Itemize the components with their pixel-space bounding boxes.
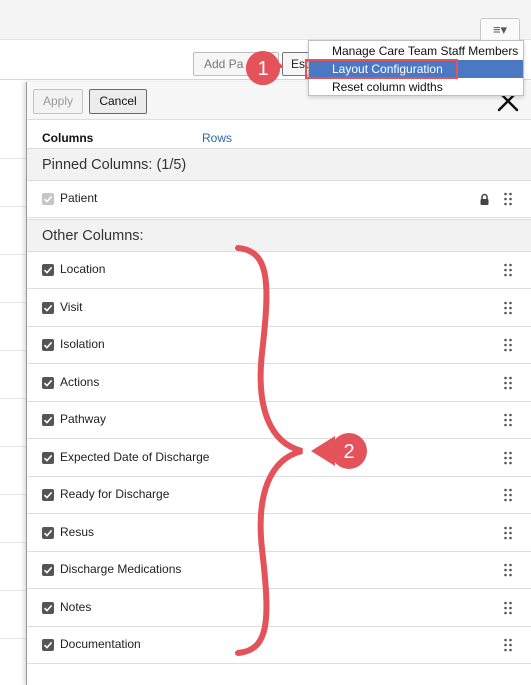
marker-2-label: 2 bbox=[343, 441, 354, 463]
check-icon bbox=[43, 604, 53, 612]
drag-handle-icon[interactable] bbox=[503, 263, 513, 277]
drag-handle-icon[interactable] bbox=[503, 376, 513, 390]
drag-handle-icon[interactable] bbox=[503, 563, 513, 577]
hamburger-menu-button[interactable]: ≡▾ bbox=[480, 18, 520, 42]
column-label: Notes bbox=[60, 600, 92, 614]
column-label: Expected Date of Discharge bbox=[60, 450, 210, 464]
checkbox[interactable] bbox=[42, 489, 54, 501]
column-label: Resus bbox=[60, 525, 95, 539]
drag-handle-icon[interactable] bbox=[503, 413, 513, 427]
drag-handle-icon[interactable] bbox=[503, 601, 513, 615]
drag-handle-icon[interactable] bbox=[503, 638, 513, 652]
column-label: Actions bbox=[60, 375, 100, 389]
step-marker-1: 1 bbox=[246, 51, 283, 85]
pinned-column-row[interactable]: Patient bbox=[27, 181, 531, 218]
checkbox[interactable] bbox=[42, 302, 54, 314]
checkbox[interactable] bbox=[42, 377, 54, 389]
column-label: Ready for Discharge bbox=[60, 487, 170, 501]
checkbox[interactable] bbox=[42, 264, 54, 276]
check-icon bbox=[43, 379, 53, 387]
column-label: Documentation bbox=[60, 637, 141, 651]
checkbox[interactable] bbox=[42, 639, 54, 651]
checkbox[interactable] bbox=[42, 414, 54, 426]
app-header-bar bbox=[0, 0, 531, 40]
drag-handle-icon[interactable] bbox=[503, 526, 513, 540]
check-icon bbox=[43, 195, 53, 203]
annotation-brace bbox=[235, 245, 303, 656]
checkbox[interactable] bbox=[42, 527, 54, 539]
drag-handle-icon[interactable] bbox=[503, 451, 513, 465]
tab-rows[interactable]: Rows bbox=[202, 131, 232, 145]
pinned-columns-heading: Pinned Columns: (1/5) bbox=[27, 148, 531, 181]
panel-tabs: Columns Rows bbox=[27, 126, 531, 148]
cancel-button[interactable]: Cancel bbox=[89, 89, 147, 114]
column-label: Location bbox=[60, 262, 106, 276]
background-table bbox=[0, 82, 28, 685]
check-icon bbox=[43, 491, 53, 499]
column-label: Isolation bbox=[60, 337, 105, 351]
apply-button[interactable]: Apply bbox=[33, 89, 83, 114]
column-label: Discharge Medications bbox=[60, 562, 182, 576]
tab-columns[interactable]: Columns bbox=[42, 131, 93, 145]
checkbox[interactable] bbox=[42, 602, 54, 614]
highlight-box bbox=[305, 59, 458, 79]
drag-handle-icon[interactable] bbox=[503, 301, 513, 315]
drag-handle-icon[interactable] bbox=[503, 338, 513, 352]
column-label: Pathway bbox=[60, 412, 107, 426]
checkbox-disabled bbox=[42, 193, 54, 205]
marker-1-label: 1 bbox=[257, 58, 268, 80]
check-icon bbox=[43, 304, 53, 312]
menu-item-manage-care-team[interactable]: Manage Care Team Staff Members bbox=[309, 42, 523, 60]
drag-handle-icon[interactable] bbox=[503, 192, 513, 206]
lock-icon bbox=[480, 193, 489, 205]
check-icon bbox=[43, 566, 53, 574]
column-label: Patient bbox=[60, 191, 98, 205]
check-icon bbox=[43, 266, 53, 274]
column-label: Visit bbox=[60, 300, 83, 314]
checkbox[interactable] bbox=[42, 564, 54, 576]
checkbox[interactable] bbox=[42, 339, 54, 351]
check-icon bbox=[43, 416, 53, 424]
drag-handle-icon[interactable] bbox=[503, 488, 513, 502]
step-marker-2: 2 bbox=[311, 433, 367, 469]
check-icon bbox=[43, 454, 53, 462]
checkbox[interactable] bbox=[42, 452, 54, 464]
check-icon bbox=[43, 641, 53, 649]
check-icon bbox=[43, 341, 53, 349]
check-icon bbox=[43, 529, 53, 537]
menu-item-reset-column-widths[interactable]: Reset column widths bbox=[309, 78, 523, 96]
